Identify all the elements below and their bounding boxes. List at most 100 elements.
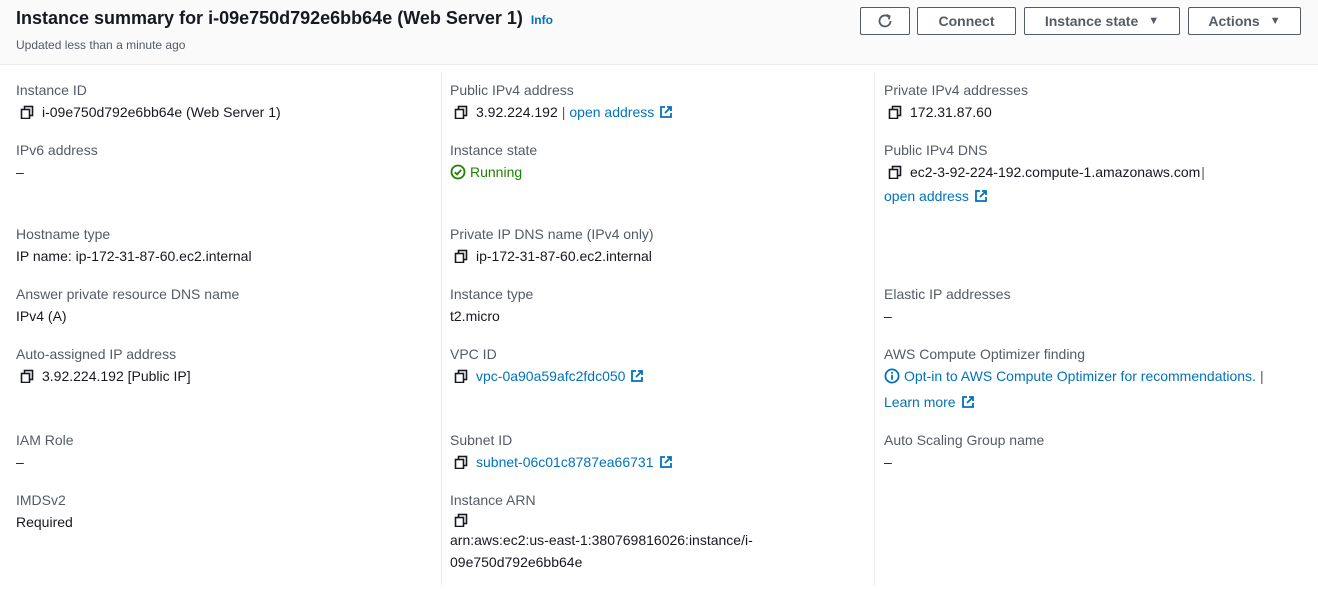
public-ipv4-value: 3.92.224.192 <box>476 104 558 120</box>
copy-icon[interactable] <box>454 513 468 527</box>
field-value: ip-172-31-87-60.ec2.internal <box>450 247 654 265</box>
field-value: Running <box>450 163 537 181</box>
connect-button-label: Connect <box>938 13 995 29</box>
field-label: Auto Scaling Group name <box>884 432 1045 448</box>
last-updated-text: Updated less than a minute ago <box>16 38 186 52</box>
imdsv2-value: Required <box>16 514 73 530</box>
public-ipv4-field: Public IPv4 address 3.92.224.192 | open … <box>450 81 673 121</box>
copy-icon[interactable] <box>454 369 468 383</box>
external-link-icon[interactable] <box>961 395 975 409</box>
field-label: Private IPv4 addresses <box>884 82 1028 98</box>
public-ipv4-dns-value: ec2-3-92-224-192.compute-1.amazonaws.com <box>910 164 1201 180</box>
field-value: 3.92.224.192 [Public IP] <box>16 367 191 385</box>
instance-arn-value-line-2: 09e750d792e6bb64e <box>450 554 583 570</box>
field-label: IPv6 address <box>16 142 98 158</box>
copy-icon[interactable] <box>20 369 34 383</box>
field-label: Instance ARN <box>450 492 536 508</box>
separator: | <box>1259 368 1264 384</box>
refresh-icon <box>878 13 892 28</box>
copy-icon[interactable] <box>454 455 468 469</box>
field-value: i-09e750d792e6bb64e (Web Server 1) <box>16 103 281 121</box>
field-label: IAM Role <box>16 432 74 448</box>
field-label: Instance ID <box>16 82 87 98</box>
instance-state-dropdown-label: Instance state <box>1044 13 1139 29</box>
instance-state-dropdown[interactable]: Instance state ▼ <box>1024 7 1180 35</box>
ipv6-address-field: IPv6 address – <box>16 141 98 181</box>
copy-icon[interactable] <box>888 165 902 179</box>
separator: | <box>561 104 566 120</box>
field-value: Learn more <box>884 393 1268 411</box>
compute-optimizer-opt-in-link[interactable]: Opt-in to AWS Compute Optimizer for reco… <box>904 367 1256 385</box>
auto-assigned-ip-value: 3.92.224.192 [Public IP] <box>42 368 191 384</box>
open-address-link[interactable]: open address <box>884 187 969 205</box>
check-circle-icon <box>450 164 466 180</box>
field-value <box>450 513 753 527</box>
caret-down-icon: ▼ <box>1148 15 1160 27</box>
field-label: Instance type <box>450 286 534 302</box>
private-ip-dns-field: Private IP DNS name (IPv4 only) ip-172-3… <box>450 225 654 265</box>
auto-scaling-group-field: Auto Scaling Group name – <box>884 431 1044 471</box>
field-value: vpc-0a90a59afc2fdc050 <box>450 367 644 385</box>
instance-id-field: Instance ID i-09e750d792e6bb64e (Web Ser… <box>16 81 281 121</box>
external-link-icon[interactable] <box>659 455 673 469</box>
external-link-icon[interactable] <box>974 189 988 203</box>
field-label: IMDSv2 <box>16 492 66 508</box>
instance-state-field: Instance state Running <box>450 141 537 181</box>
field-label: Elastic IP addresses <box>884 286 1011 302</box>
field-value: 3.92.224.192 | open address <box>450 103 673 121</box>
field-label: Auto-assigned IP address <box>16 346 177 362</box>
field-label: AWS Compute Optimizer finding <box>884 346 1085 362</box>
elastic-ip-value: – <box>884 308 892 324</box>
actions-dropdown[interactable]: Actions ▼ <box>1188 7 1301 35</box>
hostname-type-field: Hostname type IP name: ip-172-31-87-60.e… <box>16 225 252 265</box>
vpc-id-field: VPC ID vpc-0a90a59afc2fdc050 <box>450 345 644 385</box>
vpc-id-link[interactable]: vpc-0a90a59afc2fdc050 <box>476 367 625 385</box>
copy-icon[interactable] <box>888 105 902 119</box>
copy-icon[interactable] <box>20 105 34 119</box>
instance-state-value: Running <box>470 164 523 180</box>
hostname-type-value: IP name: ip-172-31-87-60.ec2.internal <box>16 248 252 264</box>
instance-arn-field: Instance ARN arn:aws:ec2:us-east-1:38076… <box>450 491 753 571</box>
field-value: 172.31.87.60 <box>884 103 1028 121</box>
instance-arn-value-line-1: arn:aws:ec2:us-east-1:380769816026:insta… <box>450 532 753 548</box>
info-link[interactable]: Info <box>531 13 553 27</box>
field-label: VPC ID <box>450 346 497 362</box>
field-value: open address <box>884 187 1205 205</box>
open-address-link[interactable]: open address <box>569 103 654 121</box>
instance-id-value: i-09e750d792e6bb64e (Web Server 1) <box>42 104 281 120</box>
field-label: Subnet ID <box>450 432 513 448</box>
field-label: Public IPv4 address <box>450 82 574 98</box>
copy-icon[interactable] <box>454 105 468 119</box>
column-divider <box>441 72 442 586</box>
title-row: Instance summary for i-09e750d792e6bb64e… <box>16 8 553 29</box>
separator: | <box>1201 164 1205 180</box>
external-link-icon[interactable] <box>659 105 673 119</box>
auto-scaling-group-value: – <box>884 454 892 470</box>
field-value: subnet-06c01c8787ea66731 <box>450 453 673 471</box>
field-label: Private IP DNS name (IPv4 only) <box>450 226 654 242</box>
answer-private-dns-value: IPv4 (A) <box>16 308 67 324</box>
external-link-icon[interactable] <box>630 369 644 383</box>
connect-button[interactable]: Connect <box>917 7 1016 35</box>
subnet-id-link[interactable]: subnet-06c01c8787ea66731 <box>476 453 654 471</box>
learn-more-link[interactable]: Learn more <box>884 393 956 411</box>
field-label: Hostname type <box>16 226 111 242</box>
refresh-button[interactable] <box>860 7 910 35</box>
imdsv2-field: IMDSv2 Required <box>16 491 73 531</box>
actions-dropdown-label: Actions <box>1208 13 1260 29</box>
auto-assigned-ip-field: Auto-assigned IP address 3.92.224.192 [P… <box>16 345 191 385</box>
iam-role-value: – <box>16 454 24 470</box>
private-ip-dns-value: ip-172-31-87-60.ec2.internal <box>476 248 652 264</box>
private-ipv4-value: 172.31.87.60 <box>910 104 992 120</box>
page-title: Instance summary for i-09e750d792e6bb64e… <box>16 8 523 28</box>
public-ipv4-dns-field: Public IPv4 DNS ec2-3-92-224-192.compute… <box>884 141 1205 205</box>
caret-down-icon: ▼ <box>1269 15 1281 27</box>
column-divider <box>874 72 875 586</box>
iam-role-field: IAM Role – <box>16 431 74 471</box>
field-label: Public IPv4 DNS <box>884 142 988 158</box>
page-header: Instance summary for i-09e750d792e6bb64e… <box>0 0 1318 65</box>
answer-private-dns-field: Answer private resource DNS name IPv4 (A… <box>16 285 239 325</box>
info-icon <box>884 368 900 384</box>
field-label: Answer private resource DNS name <box>16 286 240 302</box>
copy-icon[interactable] <box>454 249 468 263</box>
